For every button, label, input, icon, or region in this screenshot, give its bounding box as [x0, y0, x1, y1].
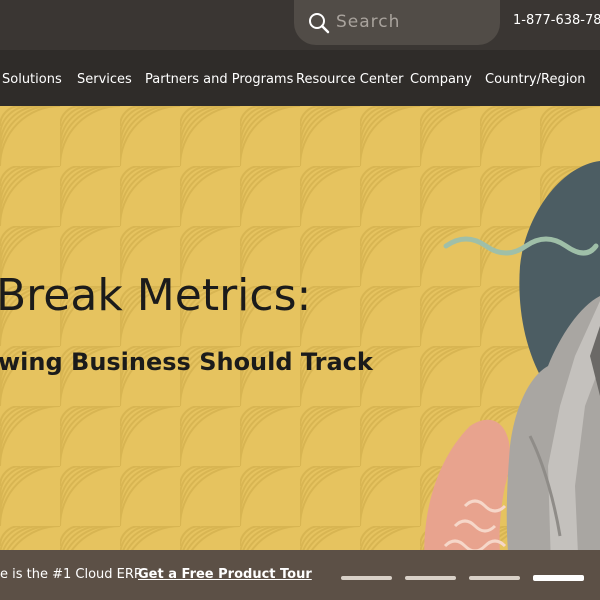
nav-item-services[interactable]: Services — [77, 72, 132, 87]
top-header: Search 1-877-638-7848 — [0, 0, 600, 50]
carousel-dot-3[interactable] — [469, 576, 520, 580]
carousel-dot-1[interactable] — [341, 576, 392, 580]
search-box[interactable]: Search — [294, 0, 500, 45]
nav-item-resource-center[interactable]: Resource Center — [296, 72, 404, 87]
hero-banner: Break Metrics: wing Business Should Trac… — [0, 106, 600, 600]
search-icon — [309, 13, 330, 34]
carousel-dot-2[interactable] — [405, 576, 456, 580]
nav-item-solutions[interactable]: Solutions — [2, 72, 62, 87]
promo-bar: e is the #1 Cloud ERP Get a Free Product… — [0, 550, 600, 600]
search-placeholder: Search — [336, 12, 401, 32]
hero-headline: Break Metrics: — [0, 270, 312, 321]
nav-item-country-region[interactable]: Country/Region — [485, 72, 586, 87]
nav-item-partners-and-programs[interactable]: Partners and Programs — [145, 72, 293, 87]
promo-text: e is the #1 Cloud ERP — [0, 567, 142, 582]
main-nav: Solutions Services Partners and Programs… — [0, 50, 600, 106]
hero-subheadline: wing Business Should Track — [0, 348, 373, 376]
free-tour-link[interactable]: Get a Free Product Tour — [138, 567, 312, 582]
carousel-dot-4[interactable] — [533, 575, 584, 581]
nav-item-company[interactable]: Company — [410, 72, 472, 87]
phone-number[interactable]: 1-877-638-7848 — [513, 13, 600, 28]
